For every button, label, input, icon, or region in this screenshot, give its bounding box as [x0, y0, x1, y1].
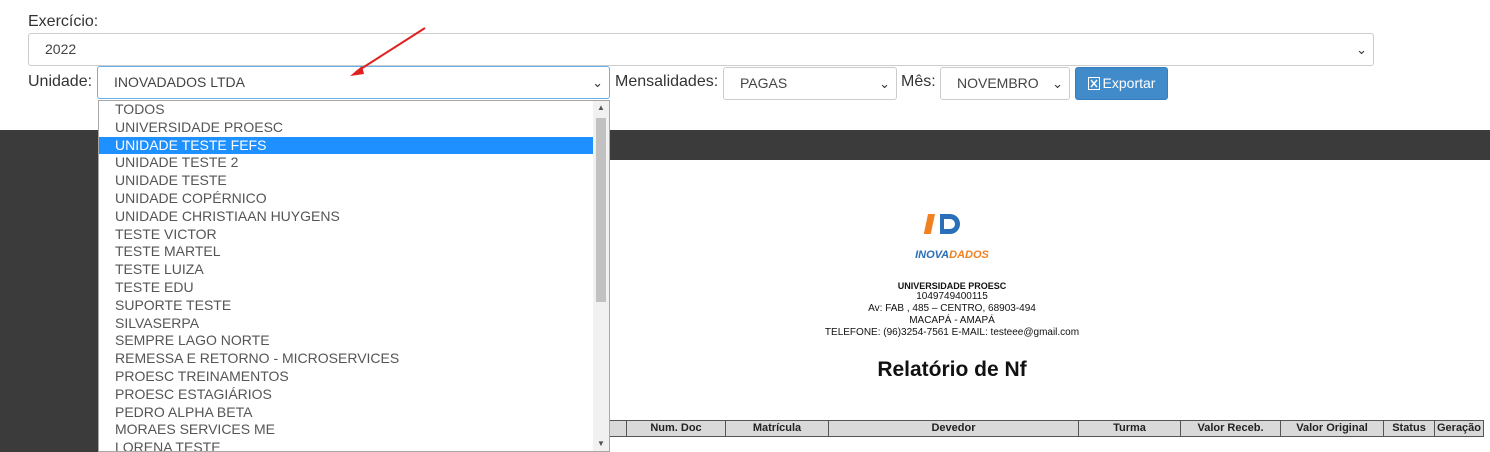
dropdown-option[interactable]: TESTE VICTOR — [99, 226, 593, 244]
dropdown-option[interactable]: UNIDADE TESTE 2 — [99, 154, 593, 172]
table-header-matricula: Matrícula — [725, 420, 829, 437]
chevron-down-icon: ⌄ — [1052, 76, 1063, 91]
company-city: MACAPÁ - AMAPÁ — [909, 315, 995, 326]
chevron-down-icon: ⌄ — [879, 76, 890, 91]
scroll-up-arrow-icon[interactable]: ▲ — [593, 101, 609, 115]
unidade-label: Unidade: — [28, 73, 93, 90]
dropdown-option[interactable]: MORAES SERVICES ME — [99, 421, 593, 439]
dropdown-option[interactable]: UNIVERSIDADE PROESC — [99, 119, 593, 137]
export-button[interactable]: Exportar — [1075, 67, 1168, 100]
dropdown-option[interactable]: UNIDADE CHRISTIAAN HUYGENS — [99, 208, 593, 226]
dropdown-option-highlighted[interactable]: UNIDADE TESTE FEFS — [99, 136, 593, 155]
mensalidades-label: Mensalidades: — [615, 73, 719, 90]
mensalidades-value: PAGAS — [740, 75, 788, 91]
arrow-annotation-icon — [350, 27, 426, 76]
exercicio-value: 2022 — [45, 41, 77, 57]
exercicio-label: Exercício: — [28, 13, 99, 30]
dropdown-option[interactable]: TESTE LUIZA — [99, 261, 593, 279]
dropdown-option[interactable]: REMESSA E RETORNO - MICROSERVICES — [99, 350, 593, 368]
scrollbar-thumb[interactable] — [596, 118, 606, 302]
inovadados-logo: INOVADADOS — [915, 214, 990, 261]
chevron-down-icon: ⌄ — [592, 75, 603, 90]
chevron-down-icon: ⌄ — [1356, 42, 1367, 57]
table-header-valor-receb: Valor Receb. — [1180, 420, 1281, 437]
dropdown-scrollbar[interactable]: ▲ ▼ — [593, 101, 609, 451]
unidade-value: INOVADADOS LTDA — [114, 74, 245, 90]
mensalidades-select[interactable]: PAGAS ⌄ — [723, 67, 897, 100]
mes-value: NOVEMBRO — [957, 75, 1039, 91]
dropdown-option[interactable]: PROESC ESTAGIÁRIOS — [99, 386, 593, 404]
dropdown-option[interactable]: TESTE MARTEL — [99, 243, 593, 261]
page-backdrop-left — [0, 130, 98, 452]
dropdown-option[interactable]: PROESC TREINAMENTOS — [99, 368, 593, 386]
scroll-down-arrow-icon[interactable]: ▼ — [593, 437, 609, 451]
mes-select[interactable]: NOVEMBRO ⌄ — [940, 67, 1070, 100]
dropdown-option[interactable]: TODOS — [99, 101, 593, 119]
dropdown-option[interactable]: SUPORTE TESTE — [99, 297, 593, 315]
table-header-status: Status — [1383, 420, 1435, 437]
company-contact: TELEFONE: (96)3254-7561 E-MAIL: testeee@… — [824, 327, 1080, 338]
svg-text:INOVADADOS: INOVADADOS — [915, 249, 989, 261]
exercicio-select[interactable]: 2022 ⌄ — [28, 33, 1374, 66]
company-address: Av: FAB , 485 – CENTRO, 68903-494 — [868, 303, 1036, 314]
dropdown-option[interactable]: UNIDADE TESTE — [99, 172, 593, 190]
excel-file-icon — [1087, 77, 1100, 90]
report-title: Relatório de Nf — [877, 358, 1027, 381]
dropdown-option[interactable]: SILVASERPA — [99, 315, 593, 333]
mes-label: Mês: — [901, 73, 936, 90]
table-header-valor-original: Valor Original — [1280, 420, 1384, 437]
company-cnpj: 1049749400115 — [916, 291, 988, 302]
export-label: Exportar — [1102, 75, 1156, 91]
table-header-num-doc: Num. Doc — [626, 420, 726, 437]
dropdown-option[interactable]: LORENA TESTE — [99, 439, 593, 451]
dropdown-option[interactable]: PEDRO ALPHA BETA — [99, 404, 593, 422]
table-header-turma: Turma — [1078, 420, 1181, 437]
unidade-dropdown-list[interactable]: TODOS UNIVERSIDADE PROESC UNIDADE TESTE … — [98, 100, 610, 452]
dropdown-option[interactable]: UNIDADE COPÉRNICO — [99, 190, 593, 208]
table-header-geracao: Geração — [1434, 420, 1484, 437]
dropdown-option[interactable]: SEMPRE LAGO NORTE — [99, 332, 593, 350]
table-header-devedor: Devedor — [828, 420, 1079, 437]
dropdown-option[interactable]: TESTE EDU — [99, 279, 593, 297]
